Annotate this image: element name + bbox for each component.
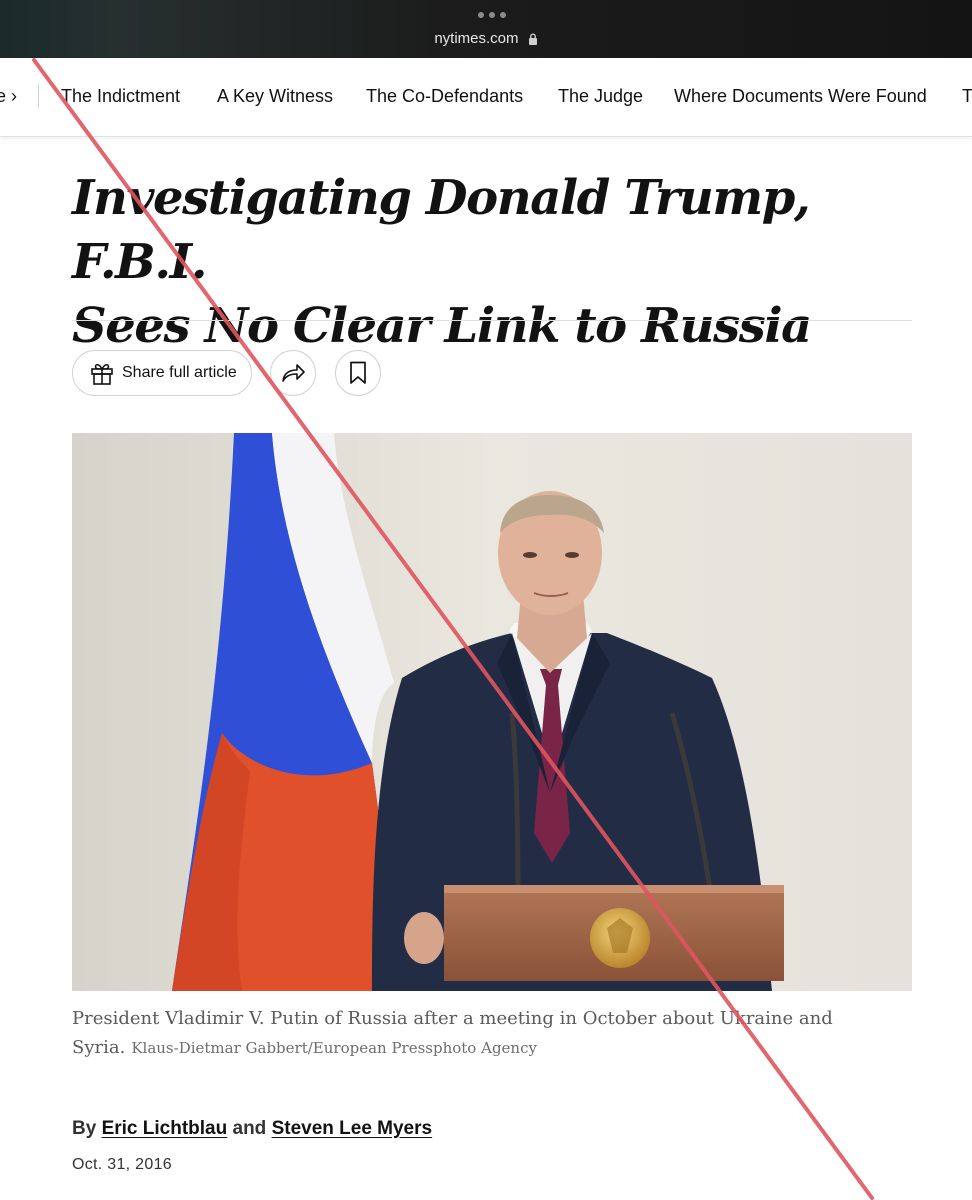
article-headline: Investigating Donald Trump, F.B.I. Sees …	[72, 166, 932, 358]
byline-and: and	[232, 1118, 267, 1139]
photo-illustration	[72, 433, 912, 991]
author-link-eric-lichtblau[interactable]: Eric Lichtblau	[102, 1118, 228, 1139]
gift-icon	[91, 364, 113, 385]
browser-toolbar: nytimes.com	[0, 0, 972, 58]
section-nav: e › The Indictment A Key Witness The Co-…	[0, 58, 972, 137]
nav-item-key-witness[interactable]: A Key Witness	[217, 86, 333, 107]
byline-prefix: By	[72, 1118, 97, 1139]
url-text: nytimes.com	[434, 30, 519, 47]
share-button[interactable]	[270, 350, 316, 396]
photo-caption: President Vladimir V. Putin of Russia af…	[72, 1004, 912, 1063]
share-full-article-label: Share full article	[122, 364, 237, 381]
tab-handle-dots-icon[interactable]	[478, 12, 506, 18]
nav-item-documents-found[interactable]: Where Documents Were Found	[674, 86, 927, 107]
nav-item-indictment[interactable]: The Indictment	[61, 86, 180, 107]
headline-line-1: Investigating Donald Trump, F.B.I.	[72, 170, 811, 290]
photo-credit: Klaus-Dietmar Gabbert/European Pressphot…	[131, 1039, 537, 1057]
nav-prev-item[interactable]: e ›	[0, 86, 17, 107]
share-arrow-icon	[282, 364, 305, 382]
author-link-steven-lee-myers[interactable]: Steven Lee Myers	[272, 1118, 433, 1139]
bookmark-icon	[350, 361, 366, 384]
share-full-article-button[interactable]: Share full article	[72, 350, 252, 396]
article-photo	[72, 433, 912, 991]
nav-item-truncated[interactable]: T	[962, 86, 972, 107]
nav-item-co-defendants[interactable]: The Co-Defendants	[366, 86, 523, 107]
publish-date: Oct. 31, 2016	[72, 1156, 172, 1173]
byline: By Eric Lichtblau and Steven Lee Myers	[72, 1118, 432, 1140]
address-bar[interactable]: nytimes.com	[0, 30, 972, 47]
headline-divider	[72, 320, 912, 321]
headline-line-2: Sees No Clear Link to Russia	[72, 298, 812, 354]
nav-item-judge[interactable]: The Judge	[558, 86, 643, 107]
lock-icon	[528, 33, 537, 46]
save-bookmark-button[interactable]	[335, 350, 381, 396]
nav-divider	[38, 84, 39, 108]
